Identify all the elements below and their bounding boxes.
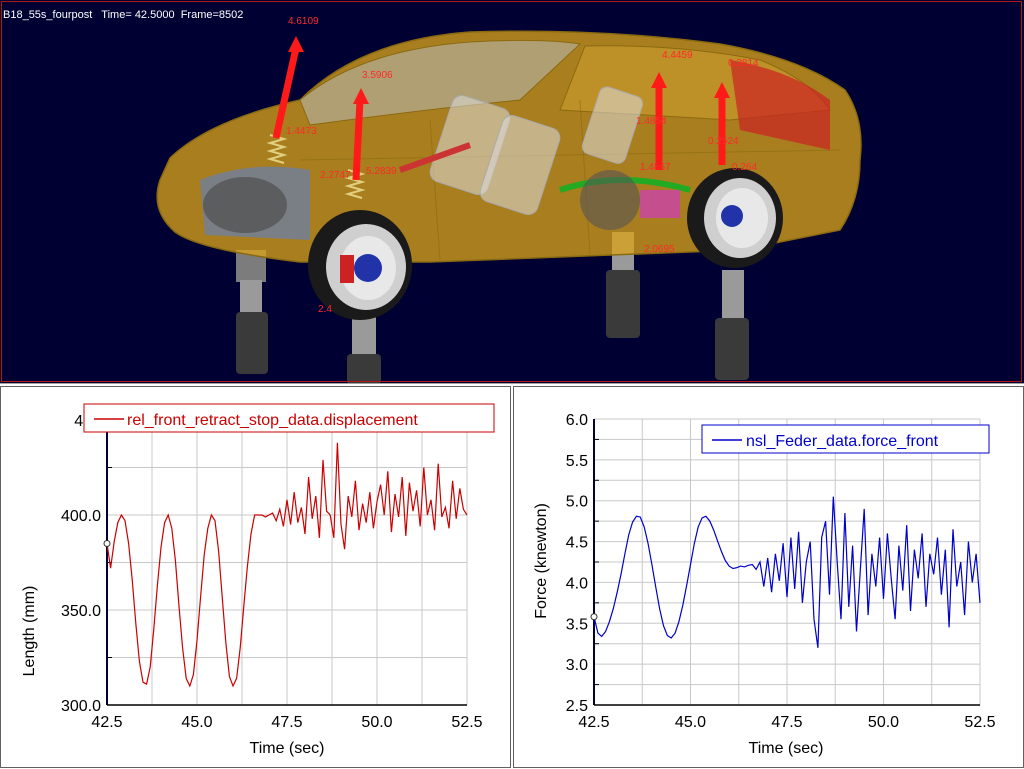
x-tick-labels: 42.5 45.0 47.5 50.0 52.5 — [578, 714, 995, 731]
force-label: 0.3814 — [728, 58, 759, 69]
x-tick-label: 47.5 — [271, 714, 302, 731]
force-label: 5.2839 — [366, 166, 397, 177]
legend[interactable]: nsl_Feder_data.force_front — [701, 424, 990, 454]
rear-left-wheel — [580, 170, 640, 230]
x-tick-label: 45.0 — [181, 714, 212, 731]
frame-value: 8502 — [218, 9, 244, 21]
model-name: B18_55s_fourpost — [3, 9, 93, 21]
y-tick-label: 3.0 — [566, 657, 588, 674]
x-tick-label: 52.5 — [964, 714, 995, 731]
plot-series — [103, 442, 468, 688]
plot-displacement[interactable]: 300.0350.0400.0450 42.545.047.550.052.5 … — [1, 387, 512, 769]
y-tick-label: 5.0 — [566, 494, 588, 511]
x-tick-label: 47.5 — [771, 714, 802, 731]
x-axis-title: Time (sec) — [749, 740, 824, 757]
x-tick-labels: 42.5 45.0 47.5 50.0 52.5 — [91, 714, 482, 731]
x-tick-label: 42.5 — [578, 714, 609, 731]
time-value: 42.5000 — [134, 9, 175, 21]
y-axis-title: Force (knewton) — [533, 503, 550, 619]
front-left-wheel — [203, 177, 287, 233]
animation-viewport[interactable]: 4.6109 3.5906 1.4473 2.2747 5.2839 4.445… — [0, 0, 1024, 384]
simulation-info: B18_55s_fourpost Time= 42.5000 Frame=850… — [3, 9, 243, 21]
legend-label: nsl_Feder_data.force_front — [746, 433, 939, 450]
y-tick-label: 6.0 — [566, 412, 588, 429]
plot-panel-force[interactable]: 2.5 3.0 3.5 4.0 4.5 5.0 5.5 6.0 42.5 45.0 47.5 50.… — [513, 386, 1024, 768]
force-label: 2.0695 — [644, 244, 675, 255]
y-tick-label: 400.0 — [61, 508, 101, 525]
time-label: Time= — [101, 9, 132, 21]
rear-right-wheel — [687, 168, 783, 268]
force-label: 1.4854 — [636, 116, 667, 127]
x-tick-label: 42.5 — [91, 714, 122, 731]
plot-series — [590, 496, 981, 648]
y-tick-label: 300.0 — [61, 698, 101, 715]
force-label: 0.264 — [732, 162, 757, 173]
legend[interactable]: rel_front_retract_stop_data.displacement — [83, 403, 495, 433]
y-tick-label: 5.5 — [566, 453, 588, 470]
series-start-marker — [590, 613, 598, 621]
plot-force[interactable]: 2.5 3.0 3.5 4.0 4.5 5.0 5.5 6.0 42.5 45.0 47.5 50.… — [514, 387, 1024, 769]
y-tick-labels: 300.0350.0400.0450 — [61, 413, 101, 715]
y-tick-label: 350.0 — [61, 603, 101, 620]
car-model-scene[interactable]: 4.6109 3.5906 1.4473 2.2747 5.2839 4.445… — [0, 0, 1024, 384]
x-axis-title: Time (sec) — [250, 740, 325, 757]
frame-label: Frame= — [180, 9, 219, 21]
force-label: 3.5906 — [362, 70, 393, 81]
shaker-post-front-right — [347, 316, 381, 383]
force-label: 2.2747 — [320, 170, 351, 181]
plot-grid — [106, 419, 468, 706]
y-tick-label: 4.5 — [566, 535, 588, 552]
x-tick-label: 52.5 — [451, 714, 482, 731]
force-label: 1.4473 — [286, 126, 317, 137]
force-label: 0.2524 — [708, 136, 739, 147]
x-tick-label: 50.0 — [361, 714, 392, 731]
force-label: 1.4867 — [640, 162, 671, 173]
x-tick-label: 45.0 — [675, 714, 706, 731]
shaker-post-front-left — [236, 250, 268, 374]
force-label: 4.4459 — [662, 50, 693, 61]
y-tick-labels: 2.5 3.0 3.5 4.0 4.5 5.0 5.5 6.0 — [566, 412, 588, 715]
x-tick-label: 50.0 — [868, 714, 899, 731]
y-tick-label: 2.5 — [566, 698, 588, 715]
legend-label: rel_front_retract_stop_data.displacement — [127, 412, 418, 429]
force-label: 2.4 — [318, 304, 332, 315]
force-label: 4.6109 — [288, 16, 319, 27]
y-tick-label: 4.0 — [566, 575, 588, 592]
y-tick-label: 3.5 — [566, 616, 588, 633]
y-axis-title: Length (mm) — [21, 586, 38, 677]
series-start-marker — [103, 540, 111, 547]
shaker-post-rear-right — [715, 270, 749, 380]
plot-panel-displacement[interactable]: 300.0350.0400.0450 42.545.047.550.052.5 … — [0, 386, 511, 768]
